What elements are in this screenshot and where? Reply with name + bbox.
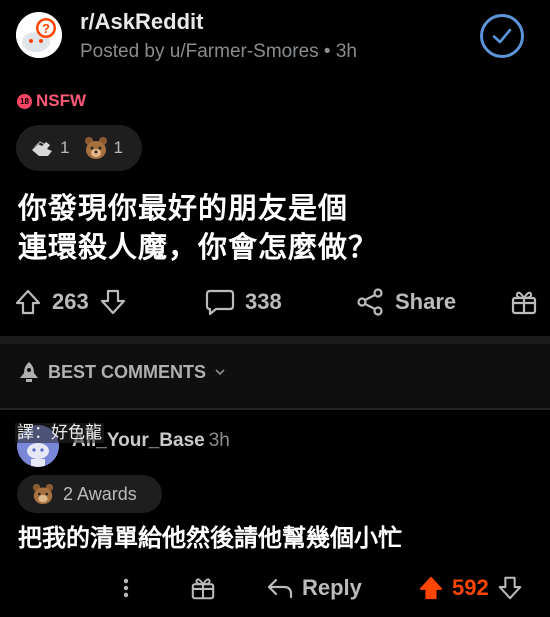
helping-hand-award-icon: [32, 141, 52, 156]
downvote-arrow-icon[interactable]: [99, 288, 127, 316]
upvote-arrow-icon[interactable]: [418, 575, 444, 601]
comment-body: 把我的清單給他然後請他幫幾個小忙: [18, 524, 402, 552]
more-options-button[interactable]: [120, 566, 132, 610]
reply-button[interactable]: Reply: [266, 566, 362, 610]
post-screen: ? r/AskReddit Posted by u/Farmer-Smores …: [0, 0, 550, 617]
give-award-button[interactable]: [510, 280, 538, 324]
share-button[interactable]: Share: [355, 280, 456, 324]
nsfw-18-icon: 18: [17, 93, 32, 109]
comments-sort-button[interactable]: BEST COMMENTS: [18, 360, 226, 384]
gift-icon: [511, 291, 537, 315]
comment-awards-label: 2 Awards: [63, 483, 137, 504]
comments-count: 338: [245, 289, 282, 314]
reply-arrow-icon: [267, 578, 293, 599]
post-title: 你發現你最好的朋友是個 連環殺人魔，你會怎麼做？: [18, 189, 538, 267]
comment-time: 3h: [208, 430, 230, 451]
post-awards[interactable]: 1 1: [16, 125, 142, 171]
askreddit-logo-icon: ?: [16, 12, 62, 58]
share-icon: [357, 288, 383, 316]
post-header: ? r/AskReddit Posted by u/Farmer-Smores …: [0, 0, 550, 75]
post-title-line: 連環殺人魔，你會怎麼做？: [18, 230, 379, 264]
award-count: 1: [60, 138, 70, 157]
bear-award-icon: [85, 137, 108, 159]
comment-award-button[interactable]: [190, 566, 216, 610]
reply-label: Reply: [302, 575, 362, 600]
svg-text:?: ?: [42, 21, 50, 36]
gift-icon: [191, 578, 215, 600]
comment-divider: [0, 408, 550, 410]
comment-bubble-icon: [205, 289, 235, 316]
comments-button[interactable]: 338: [205, 280, 282, 324]
comment-awards[interactable]: 2 Awards: [17, 475, 162, 513]
downvote-arrow-icon[interactable]: [497, 575, 523, 601]
translator-credit: 譯：好色龍: [15, 423, 104, 443]
section-divider: [0, 336, 550, 344]
vote-controls: 263: [14, 280, 127, 324]
nsfw-tag: 18 NSFW: [17, 90, 86, 112]
bear-award-icon: [32, 483, 54, 505]
comment-vote-controls: 592: [418, 566, 523, 610]
more-vertical-icon: [123, 578, 129, 598]
subreddit-avatar[interactable]: ?: [16, 12, 62, 58]
post-title-line: 你發現你最好的朋友是個: [18, 191, 349, 225]
rocket-icon: [20, 362, 38, 382]
sort-label: BEST COMMENTS: [48, 361, 207, 382]
share-label: Share: [395, 289, 457, 314]
comment-action-bar: Reply 592: [0, 566, 550, 610]
award-count: 1: [113, 138, 123, 157]
upvote-arrow-icon[interactable]: [14, 288, 42, 316]
post-meta[interactable]: Posted by u/Farmer-Smores • 3h: [80, 41, 357, 63]
post-action-bar: 263 338 Share: [0, 280, 550, 324]
join-button[interactable]: [480, 14, 524, 58]
subreddit-name[interactable]: r/AskReddit: [80, 9, 203, 35]
nsfw-label: NSFW: [36, 91, 87, 110]
chevron-down-icon: [215, 369, 225, 376]
checkmark-icon: [492, 28, 512, 44]
comment-score: 592: [452, 575, 489, 600]
post-score: 263: [52, 289, 89, 314]
